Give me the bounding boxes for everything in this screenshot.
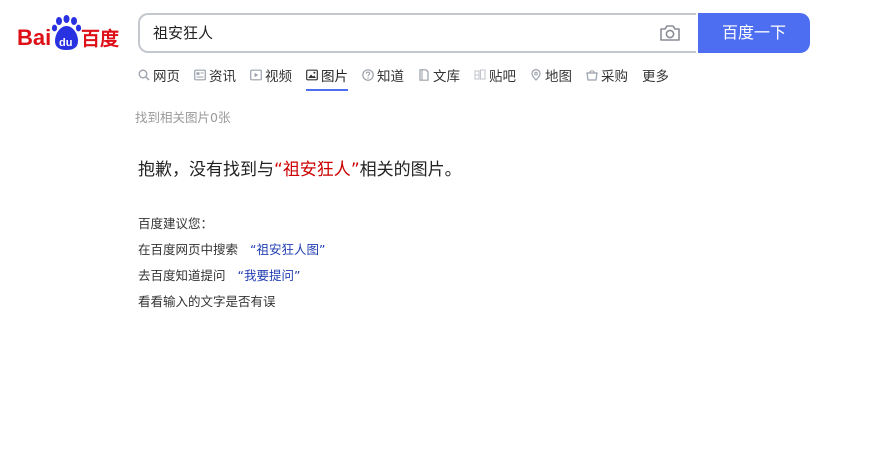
tab-news[interactable]: 资讯: [194, 64, 236, 86]
tab-procurement[interactable]: 采购: [586, 64, 628, 86]
image-icon: [306, 69, 318, 81]
tab-label: 知道: [377, 69, 404, 85]
logo-text-left: Bai: [17, 25, 51, 50]
question-icon: [362, 69, 374, 81]
suggestion-zhidao: 去百度知道提问 “我要提问”: [138, 263, 325, 289]
tab-zhidao[interactable]: 知道: [362, 64, 404, 86]
page: Bai du 百度 百度一下 网页: [0, 0, 887, 462]
search-icon: [138, 69, 150, 81]
suggestions: 百度建议您： 在百度网页中搜索 “祖安狂人图” 去百度知道提问 “我要提问” 看…: [138, 211, 325, 315]
apology-prefix: 抱歉，没有找到与: [138, 160, 274, 180]
search-input[interactable]: [153, 15, 633, 51]
ask-question-link[interactable]: “我要提问”: [238, 268, 301, 283]
camera-icon[interactable]: [659, 24, 681, 42]
document-icon: [419, 69, 429, 81]
tab-web[interactable]: 网页: [138, 64, 180, 86]
suggestion-web-search: 在百度网页中搜索 “祖安狂人图”: [138, 237, 325, 263]
suggestions-title: 百度建议您：: [138, 216, 214, 231]
search-button[interactable]: 百度一下: [698, 13, 810, 53]
tab-label: 更多: [642, 69, 669, 85]
apology-open-quote: “: [274, 160, 283, 180]
baidu-logo-graphic: Bai du 百度: [17, 15, 120, 50]
apology-suffix: 相关的图片。: [359, 160, 462, 180]
apology-query: 祖安狂人: [282, 160, 351, 180]
tab-video[interactable]: 视频: [250, 64, 292, 86]
suggestion-check-input: 看看输入的文字是否有误: [138, 294, 276, 309]
tab-label: 地图: [545, 69, 572, 85]
baidu-logo[interactable]: Bai du 百度: [17, 14, 121, 52]
tab-label: 视频: [265, 69, 292, 85]
search-bar: 百度一下: [138, 13, 810, 53]
tab-images[interactable]: 图片: [306, 64, 348, 91]
apology-close-quote: ”: [350, 160, 360, 180]
logo-text-right: 百度: [81, 27, 120, 50]
tieba-icon: [474, 69, 486, 80]
search-tabs: 网页 资讯 视频 图片 知道 文库 贴吧 地图 采购 更多: [138, 64, 683, 94]
tab-wenku[interactable]: 文库: [418, 64, 460, 86]
web-search-link[interactable]: “祖安狂人图”: [250, 242, 325, 257]
news-icon: [194, 69, 206, 81]
tab-label: 贴吧: [489, 69, 516, 85]
logo-text-mid: du: [59, 37, 72, 49]
no-results-message: 抱歉，没有找到与“祖安狂人”相关的图片。: [138, 155, 462, 180]
tab-label: 图片: [321, 69, 348, 85]
tab-label: 采购: [601, 69, 628, 85]
tab-label: 资讯: [209, 69, 236, 85]
tab-label: 网页: [153, 69, 180, 85]
basket-icon: [586, 70, 598, 81]
tab-tieba[interactable]: 贴吧: [474, 64, 516, 86]
map-icon: [531, 69, 541, 81]
tab-label: 文库: [433, 69, 460, 85]
result-count: 找到相关图片0张: [135, 110, 231, 125]
tab-map[interactable]: 地图: [530, 64, 572, 86]
tab-more[interactable]: 更多: [642, 64, 669, 86]
suggestion-zhidao-prefix: 去百度知道提问: [138, 268, 226, 283]
search-box[interactable]: [138, 13, 696, 53]
suggestion-web-prefix: 在百度网页中搜索: [138, 242, 239, 257]
video-icon: [250, 69, 262, 81]
